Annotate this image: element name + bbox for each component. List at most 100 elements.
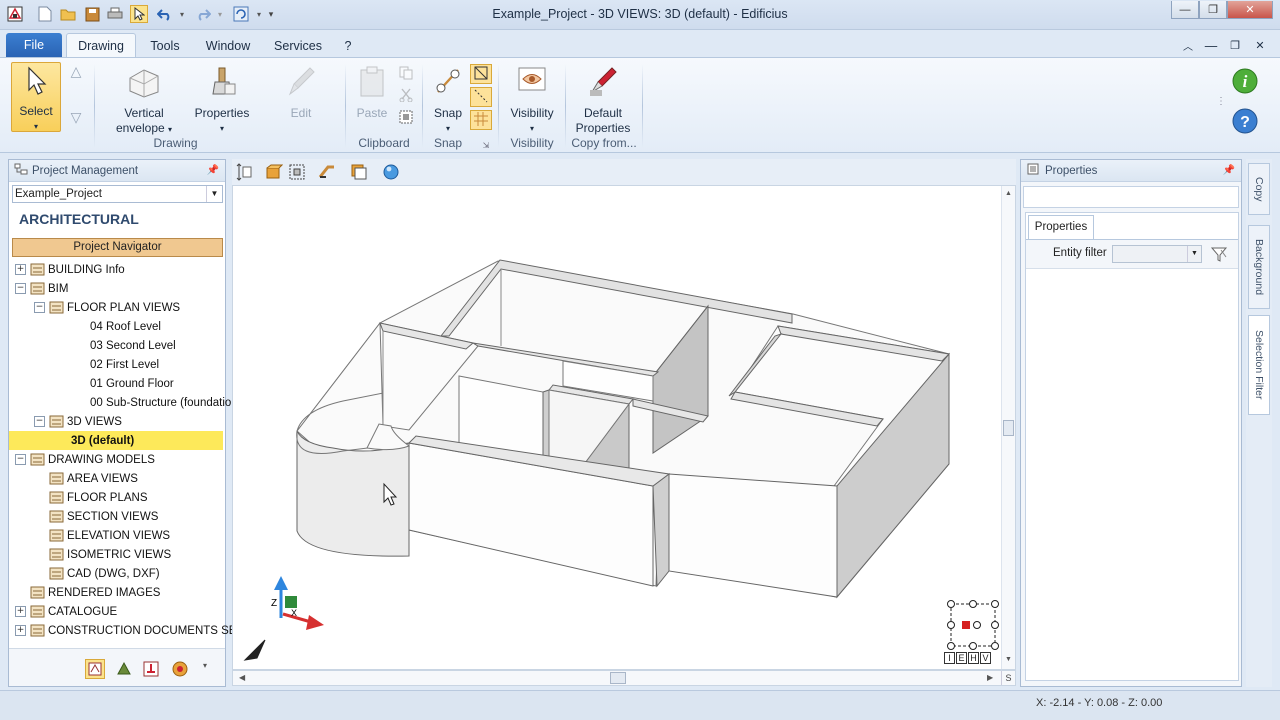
view-box-icon[interactable] — [265, 163, 284, 184]
scroll-down-icon[interactable]: ▼ — [1005, 656, 1012, 663]
tree-item[interactable]: SECTION VIEWS — [34, 507, 158, 526]
zoom-window-icon[interactable] — [288, 163, 306, 184]
tab-window[interactable]: Window — [200, 33, 256, 58]
snap-grid-toggle[interactable] — [470, 110, 492, 130]
footer-structural-icon[interactable] — [115, 660, 133, 681]
render-sphere-icon[interactable] — [382, 163, 400, 184]
tree-item[interactable]: + CATALOGUE — [15, 602, 117, 621]
clipboard-special-icon[interactable] — [397, 110, 415, 128]
default-properties-button[interactable]: Default Properties — [570, 64, 636, 136]
tree-expand-toggle-icon[interactable]: + — [15, 264, 26, 275]
ribbon-collapse-icon[interactable]: ︿ — [1180, 33, 1196, 58]
snap-settings-launcher-icon[interactable]: ⇲ — [481, 138, 491, 153]
footer-plugin-icon[interactable] — [171, 660, 189, 681]
pin-icon[interactable]: 📌 — [207, 165, 219, 176]
tree-item[interactable]: ELEVATION VIEWS — [34, 526, 170, 545]
footer-mep-icon[interactable] — [142, 660, 160, 681]
tree-item[interactable]: FLOOR PLANS — [34, 488, 148, 507]
mdi-close-icon[interactable]: ✕ — [1252, 33, 1268, 58]
section-tool-icon[interactable] — [318, 163, 336, 184]
project-selector[interactable]: Example_Project ▼ — [12, 185, 223, 203]
tree-expand-toggle-icon[interactable]: − — [15, 283, 26, 294]
view-mode-i[interactable]: I — [944, 652, 955, 664]
tree-expand-toggle-icon[interactable]: + — [15, 625, 26, 636]
tree-expand-toggle-icon[interactable]: − — [15, 454, 26, 465]
mdi-restore-icon[interactable]: ❐ — [1227, 33, 1243, 58]
cut-icon[interactable] — [397, 88, 415, 106]
tree-item[interactable]: − BIM — [15, 279, 68, 298]
tree-item[interactable]: 03 Second Level — [90, 336, 176, 355]
scroll-right-icon[interactable]: ▶ — [987, 673, 993, 682]
vertical-envelope-button[interactable]: Vertical envelope ▾ — [108, 64, 180, 137]
tree-item[interactable]: CAD (DWG, DXF) — [34, 564, 160, 583]
project-selector-dropdown-icon[interactable]: ▼ — [206, 186, 222, 202]
filter-funnel-icon[interactable] — [1210, 245, 1228, 266]
pin-icon[interactable]: 📌 — [1223, 165, 1235, 176]
vertical-scroll-thumb[interactable] — [1003, 420, 1014, 436]
tree-item[interactable]: AREA VIEWS — [34, 469, 138, 488]
select-button[interactable]: Select ▾ — [11, 62, 61, 132]
tab-services[interactable]: Services — [270, 33, 326, 58]
layers-icon[interactable] — [350, 163, 368, 184]
visibility-button[interactable]: Visibility ▾ — [506, 64, 558, 136]
tree-expand-toggle-icon[interactable]: + — [15, 606, 26, 617]
tab-tools[interactable]: Tools — [143, 33, 187, 58]
tree-item[interactable]: − FLOOR PLAN VIEWS — [34, 298, 180, 317]
horizontal-scrollbar[interactable]: ◀ ▶ S — [232, 670, 1016, 686]
properties-search-box[interactable] — [1023, 186, 1239, 208]
mdi-minimize-icon[interactable]: — — [1203, 33, 1219, 58]
tree-expand-toggle-icon[interactable]: − — [34, 416, 45, 427]
side-tab-copy[interactable]: Copy — [1248, 163, 1270, 215]
tree-item-label: RENDERED IMAGES — [48, 586, 161, 599]
3d-viewport[interactable]: Z X I E H V ▲ ▼ — [232, 185, 1016, 670]
snap-endpoint-toggle[interactable] — [470, 64, 492, 84]
tree-item[interactable]: − DRAWING MODELS — [15, 450, 155, 469]
tree-item[interactable]: 02 First Level — [90, 355, 159, 374]
tab-file[interactable]: File — [6, 33, 62, 57]
view-mode-e[interactable]: E — [956, 652, 967, 664]
properties-content: Properties Entity filter ▼ — [1025, 212, 1239, 681]
level-up-icon[interactable]: △ — [68, 64, 84, 79]
horizontal-scroll-thumb[interactable] — [610, 672, 626, 684]
copy-icon[interactable] — [397, 66, 415, 84]
paste-button[interactable]: Paste — [352, 64, 392, 121]
tab-drawing[interactable]: Drawing — [66, 33, 136, 58]
maximize-button[interactable]: ❐ — [1199, 1, 1227, 19]
edit-button[interactable]: Edit — [272, 64, 330, 121]
properties-button[interactable]: Properties ▾ — [192, 64, 252, 136]
tree-item[interactable]: ISOMETRIC VIEWS — [34, 545, 171, 564]
tree-item[interactable]: 01 Ground Floor — [90, 374, 174, 393]
help-icon[interactable]: ? — [1232, 108, 1258, 138]
tree-item[interactable]: − 3D VIEWS — [34, 412, 122, 431]
level-down-icon[interactable]: ▽ — [68, 110, 84, 125]
view-height-icon[interactable] — [236, 163, 252, 184]
tree-item[interactable]: 00 Sub-Structure (foundations) — [90, 393, 247, 412]
tree-item[interactable]: RENDERED IMAGES — [15, 583, 160, 602]
project-navigator-button[interactable]: Project Navigator — [12, 238, 223, 257]
tree-item[interactable]: + BUILDING Info — [15, 260, 125, 279]
snap-midpoint-toggle[interactable] — [470, 87, 492, 107]
snap-endpoint-icon — [474, 66, 488, 80]
entity-filter-select[interactable]: ▼ — [1112, 245, 1202, 263]
tree-item[interactable]: + CONSTRUCTION DOCUMENTS SET — [15, 621, 244, 640]
footer-architectural-icon[interactable] — [85, 659, 105, 679]
info-icon[interactable]: i — [1232, 68, 1258, 98]
close-button[interactable]: ✕ — [1227, 1, 1273, 19]
minimize-button[interactable]: — — [1171, 1, 1199, 19]
tree-item[interactable]: 04 Roof Level — [90, 317, 161, 336]
scroll-left-icon[interactable]: ◀ — [239, 673, 245, 682]
tab-help[interactable]: ? — [340, 33, 356, 58]
view-mode-h[interactable]: H — [968, 652, 979, 664]
scroll-up-icon[interactable]: ▲ — [1005, 190, 1012, 197]
3d-building-model[interactable]: Z X — [233, 186, 1017, 671]
tree-expand-toggle-icon[interactable]: − — [34, 302, 45, 313]
entity-filter-dropdown-icon[interactable]: ▼ — [1187, 246, 1201, 262]
side-tab-selection-filter[interactable]: Selection Filter — [1248, 315, 1270, 415]
view-mode-v[interactable]: V — [980, 652, 991, 664]
tab-properties[interactable]: Properties — [1028, 215, 1094, 239]
vertical-scrollbar[interactable]: ▲ ▼ — [1001, 186, 1015, 669]
tree-item[interactable]: 3D (default) — [9, 431, 223, 450]
snap-button[interactable]: Snap ▾ — [428, 64, 468, 136]
side-tab-background[interactable]: Background — [1248, 225, 1270, 309]
footer-dropdown-icon[interactable]: ▾ — [203, 661, 207, 670]
